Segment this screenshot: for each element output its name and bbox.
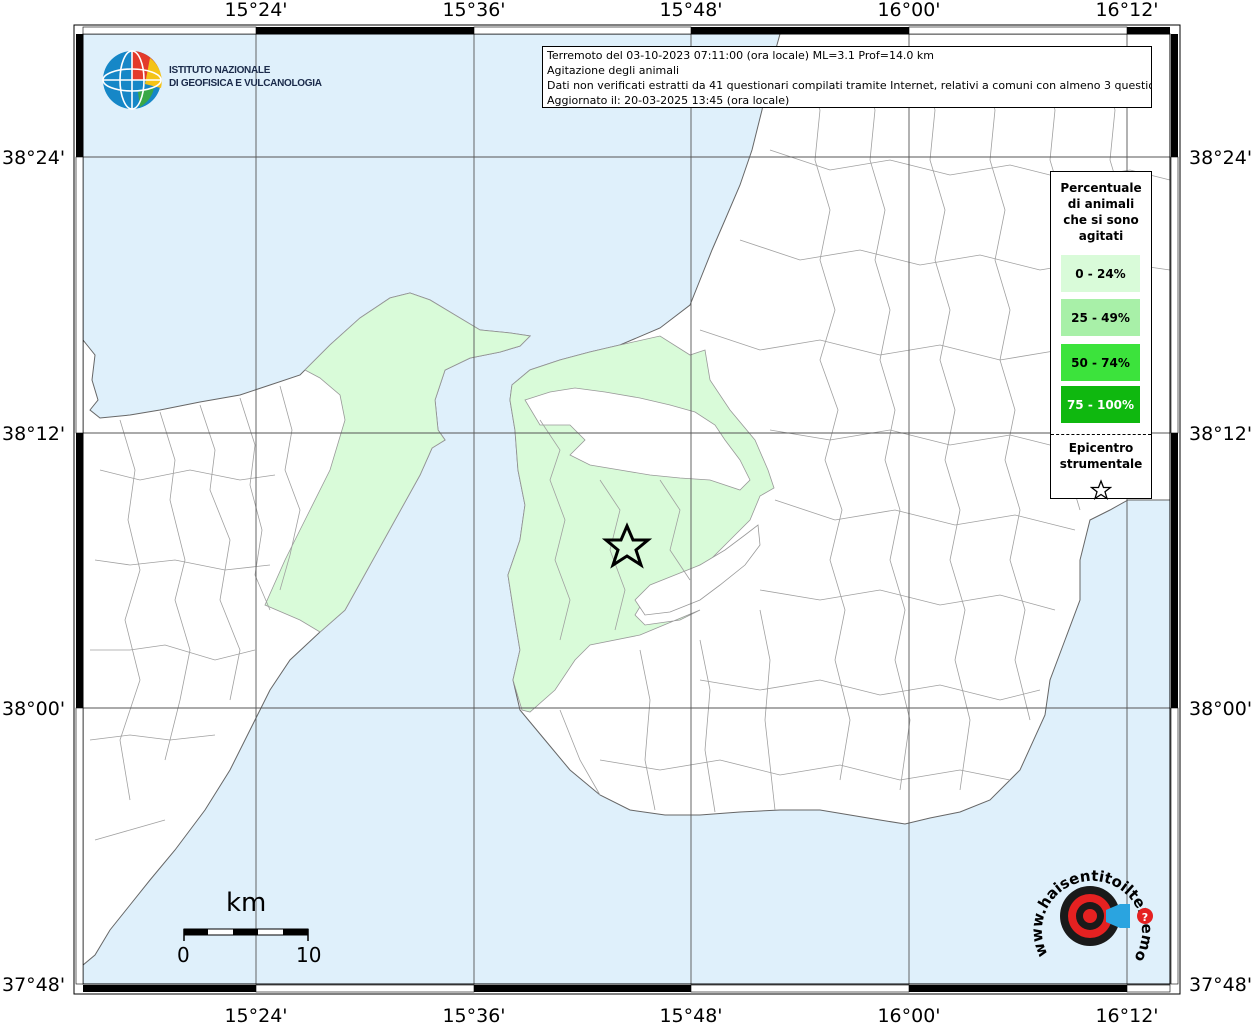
lat-label-left: 38°00' (2, 698, 65, 720)
event-info-line: Agitazione degli animali (547, 64, 680, 77)
legend-title-line: che si sono (1063, 213, 1139, 227)
event-info-line: Terremoto del 03-10-2023 07:11:00 (ora l… (547, 49, 935, 62)
lon-label-bottom: 15°36' (442, 1005, 505, 1024)
scale-min: 0 (177, 943, 190, 967)
lat-label-right: 37°48' (1189, 974, 1252, 996)
lon-label-top: 15°48' (659, 0, 722, 21)
legend-item-75-100: 75 - 100% (1061, 386, 1140, 423)
lon-label-bottom: 16°00' (877, 1005, 940, 1024)
lon-label-bottom: 15°48' (659, 1005, 722, 1024)
star-icon (1090, 479, 1112, 501)
lat-label-left: 37°48' (2, 974, 65, 996)
legend-title: Percentuale di animali che si sono agita… (1051, 180, 1151, 244)
lat-label-right: 38°24' (1189, 147, 1252, 169)
legend-item-25-49: 25 - 49% (1061, 299, 1140, 336)
scale-unit: km (226, 888, 267, 918)
legend-item-0-24: 0 - 24% (1061, 255, 1140, 292)
legend-epicenter-line: Epicentro (1068, 441, 1134, 455)
event-info-line: Aggiornato il: 20-03-2025 13:45 (ora loc… (547, 94, 790, 107)
lon-label-top: 15°24' (224, 0, 287, 21)
ingv-name-line2: DI GEOFISICA E VULCANOLOGIA (169, 78, 322, 89)
scale-max: 10 (296, 943, 322, 967)
event-info-line: Dati non verificati estratti da 41 quest… (547, 79, 1152, 92)
seismic-target-icon: www.haisentitoilterremoto.it ? (1017, 844, 1156, 965)
legend-epicenter-line: strumentale (1059, 457, 1143, 471)
legend-item-50-74: 50 - 74% (1061, 344, 1140, 381)
haisentito-logo: www.haisentitoilterremoto.it ? (1017, 844, 1162, 976)
lon-label-top: 16°00' (877, 0, 940, 21)
globe-icon (102, 50, 162, 110)
legend-separator (1051, 434, 1151, 435)
svg-text:?: ? (1142, 911, 1148, 924)
event-info-box: Terremoto del 03-10-2023 07:11:00 (ora l… (542, 46, 1152, 108)
lon-label-bottom: 16°12' (1095, 1005, 1158, 1024)
lat-label-left: 38°24' (2, 147, 65, 169)
ingv-name-line1: ISTITUTO NAZIONALE (169, 65, 271, 76)
legend-title-line: di animali (1067, 197, 1135, 211)
legend-title-line: agitati (1078, 229, 1124, 243)
lat-label-right: 38°00' (1189, 698, 1252, 720)
lat-label-right: 38°12' (1189, 423, 1252, 445)
lon-label-top: 16°12' (1095, 0, 1158, 21)
legend: Percentuale di animali che si sono agita… (1050, 171, 1152, 501)
legend-epicenter-label: Epicentro strumentale (1051, 440, 1151, 472)
lat-label-left: 38°12' (2, 423, 65, 445)
legend-title-line: Percentuale (1060, 181, 1142, 195)
lon-label-bottom: 15°24' (224, 1005, 287, 1024)
ingv-name: ISTITUTO NAZIONALE DI GEOFISICA E VULCAN… (169, 64, 322, 90)
lon-label-top: 15°36' (442, 0, 505, 21)
